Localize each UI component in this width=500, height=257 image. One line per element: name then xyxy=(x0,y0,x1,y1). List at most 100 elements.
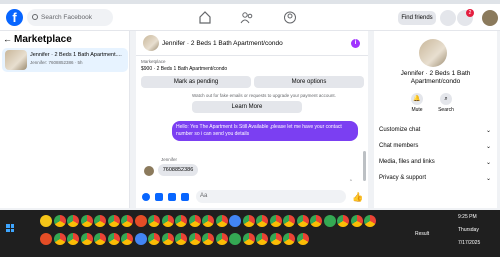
taskbar-app-icon[interactable] xyxy=(107,215,120,227)
taskbar-app-icon[interactable] xyxy=(269,215,282,227)
taskbar-app-icon[interactable] xyxy=(323,215,336,227)
taskbar-app-icon[interactable] xyxy=(175,233,187,245)
chevron-down-icon: ⌄ xyxy=(486,144,492,150)
taskbar-app-icon[interactable] xyxy=(242,215,255,227)
add-icon[interactable] xyxy=(142,193,150,201)
listing-thumbnail xyxy=(5,50,27,70)
more-options-button[interactable]: More options xyxy=(254,76,364,88)
top-navigation: f Search Facebook Find friends 2 xyxy=(0,4,500,31)
chevron-down-icon: ⌄ xyxy=(486,128,492,134)
taskbar-app-icon[interactable] xyxy=(175,215,187,227)
back-arrow-icon[interactable]: ← xyxy=(3,34,12,44)
sticker-icon[interactable] xyxy=(168,193,176,201)
learn-more-button[interactable]: Learn More xyxy=(192,101,302,113)
taskbar-app-icon[interactable] xyxy=(40,233,52,245)
taskbar-app-icon[interactable] xyxy=(80,233,93,245)
taskbar-app-icon[interactable] xyxy=(242,233,255,245)
conversation-name: Jennifer · 2 Beds 1 Bath Apartment.... xyxy=(30,52,122,58)
taskbar-app-icon[interactable] xyxy=(80,215,93,227)
notification-badge: 2 xyxy=(466,9,474,17)
taskbar-app-icon[interactable] xyxy=(161,233,174,245)
taskbar-app-icon[interactable] xyxy=(296,215,309,227)
taskbar-app-icon[interactable] xyxy=(283,215,295,227)
mute-bell-icon[interactable]: 🔔 xyxy=(411,93,423,105)
taskbar-app-icon[interactable] xyxy=(53,233,66,245)
search-input[interactable]: Search Facebook xyxy=(27,9,113,26)
clock-time[interactable]: 9:25 PM xyxy=(458,214,477,220)
windows-start-icon[interactable] xyxy=(6,224,14,232)
search-label: Search xyxy=(438,107,454,113)
taskbar-app-icon[interactable] xyxy=(121,215,133,227)
taskbar-app-icon[interactable] xyxy=(256,233,268,245)
facebook-logo[interactable]: f xyxy=(6,9,23,26)
taskbar-app-icon[interactable] xyxy=(148,215,160,227)
taskbar-app-icon[interactable] xyxy=(148,233,160,245)
media-files-links-item[interactable]: Media, files and links xyxy=(379,159,435,165)
customize-chat-item[interactable]: Customize chat xyxy=(379,127,420,133)
taskbar-app-icon[interactable] xyxy=(283,233,295,245)
taskbar-app-icon[interactable] xyxy=(161,215,174,227)
windows-taskbar: Result 9:25 PM Thursday 7/17/2025 xyxy=(0,210,500,257)
marketplace-inbox: ← Marketplace Jennifer · 2 Beds 1 Bath A… xyxy=(0,31,130,208)
photo-icon[interactable] xyxy=(155,193,163,201)
taskbar-app-icon[interactable] xyxy=(121,233,133,245)
menu-grid-icon[interactable] xyxy=(440,10,456,26)
conversation-preview: Jennifer: 7608852386 · 5h xyxy=(30,60,83,65)
chat-avatar[interactable] xyxy=(143,35,159,51)
sender-name: Jennifer xyxy=(161,157,178,162)
account-avatar[interactable] xyxy=(482,10,498,26)
profile-icon[interactable] xyxy=(283,11,297,24)
sender-avatar xyxy=(144,166,154,176)
marketplace-label: Marketplace xyxy=(141,59,166,64)
details-name: Jennifer · 2 Beds 1 Bath Apartment/condo xyxy=(400,70,471,85)
search-placeholder: Search Facebook xyxy=(41,14,92,21)
taskbar-app-icon[interactable] xyxy=(67,233,79,245)
taskbar-app-icon[interactable] xyxy=(229,233,241,245)
taskbar-app-icon[interactable] xyxy=(256,215,268,227)
friends-icon[interactable] xyxy=(240,11,254,24)
taskbar-app-icon[interactable] xyxy=(350,215,363,227)
taskbar-app-icon[interactable] xyxy=(107,233,120,245)
message-input[interactable]: Aa xyxy=(196,190,346,203)
chat-window: Jennifer · 2 Beds 1 Bath Apartment/condo… xyxy=(136,31,368,208)
taskbar-app-icon[interactable] xyxy=(310,215,322,227)
like-icon[interactable]: 👍 xyxy=(352,192,363,203)
taskbar-app-icon[interactable] xyxy=(215,233,228,245)
privacy-support-item[interactable]: Privacy & support xyxy=(379,175,426,181)
taskbar-app-icon[interactable] xyxy=(202,233,214,245)
taskbar-app-icon[interactable] xyxy=(134,215,147,227)
taskbar-app-icon[interactable] xyxy=(67,215,79,227)
taskbar-app-icon[interactable] xyxy=(337,215,349,227)
conversation-details: Jennifer · 2 Beds 1 Bath Apartment/condo… xyxy=(374,31,497,208)
taskbar-app-icon[interactable] xyxy=(229,215,241,227)
taskbar-app-icon[interactable] xyxy=(188,233,201,245)
panel-title: Marketplace xyxy=(14,34,72,45)
taskbar-app-icon[interactable] xyxy=(94,215,106,227)
clock-date: 7/17/2025 xyxy=(458,240,481,246)
taskbar-app-icon[interactable] xyxy=(202,215,214,227)
search-conversation-icon[interactable]: ⌕ xyxy=(440,93,452,105)
taskbar-app-icon[interactable] xyxy=(296,233,309,245)
chat-scrollbar[interactable] xyxy=(363,151,366,181)
mute-label: Mute xyxy=(411,107,423,113)
home-icon[interactable] xyxy=(198,11,212,24)
find-friends-button[interactable]: Find friends xyxy=(398,11,436,25)
taskbar-app-icon[interactable] xyxy=(40,215,52,227)
info-icon[interactable]: i xyxy=(351,39,360,48)
weather-widget[interactable]: Result xyxy=(415,231,429,237)
gif-icon[interactable] xyxy=(181,193,189,201)
chat-title[interactable]: Jennifer · 2 Beds 1 Bath Apartment/condo xyxy=(162,40,283,47)
taskbar-app-icon[interactable] xyxy=(364,215,376,227)
mark-as-pending-button[interactable]: Mark as pending xyxy=(141,76,251,88)
taskbar-app-icon[interactable] xyxy=(94,233,106,245)
listing-summary[interactable]: Marketplace $900 · 2 Beds 1 Bath Apartme… xyxy=(141,59,363,75)
listing-price-title: $900 · 2 Beds 1 Bath Apartment/condo xyxy=(141,66,228,72)
chat-header: Jennifer · 2 Beds 1 Bath Apartment/condo… xyxy=(136,31,368,56)
taskbar-app-icon[interactable] xyxy=(188,215,201,227)
conversation-item[interactable]: Jennifer · 2 Beds 1 Bath Apartment.... J… xyxy=(2,48,128,72)
taskbar-app-icon[interactable] xyxy=(215,215,228,227)
taskbar-app-icon[interactable] xyxy=(269,233,282,245)
taskbar-app-icon[interactable] xyxy=(53,215,66,227)
chat-members-item[interactable]: Chat members xyxy=(379,143,418,149)
taskbar-app-icon[interactable] xyxy=(134,233,147,245)
